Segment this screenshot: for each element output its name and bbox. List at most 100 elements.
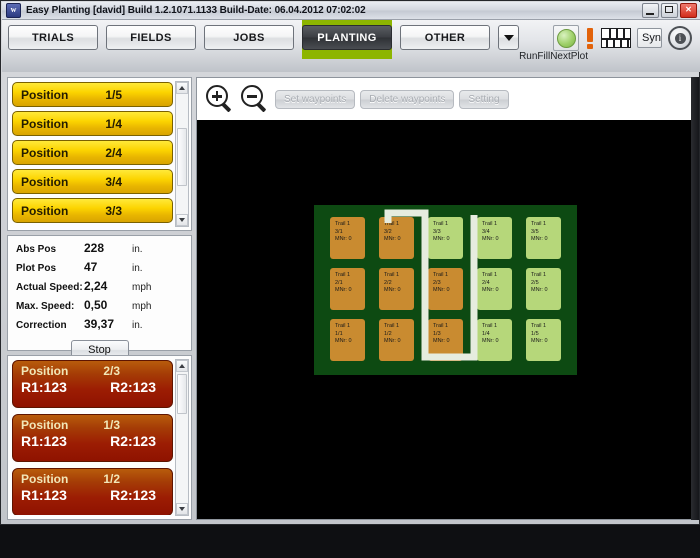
r2-value: R2:123 [110, 487, 156, 503]
plot-mnr: MNr: 0 [482, 236, 499, 242]
info-unit: mph [132, 301, 152, 312]
main-toolbar: TRIALS FIELDS JOBS PLANTING OTHER RunFil… [2, 20, 700, 72]
info-value: 47 [84, 260, 98, 274]
plot-position: 3/4 [482, 228, 490, 235]
plot-cell[interactable]: Trail 1 2/2 MNr: 0 [379, 268, 414, 310]
position-label: Position [21, 472, 69, 486]
scroll-up-icon[interactable] [176, 360, 188, 372]
position-label: Position [21, 203, 69, 218]
left-sidebar: Position 1/5 Position 1/4 Position 2/4 P… [7, 77, 192, 520]
tab-other[interactable]: OTHER [400, 25, 490, 50]
plot-cell[interactable]: Trail 1 1/5 MNr: 0 [526, 319, 561, 361]
status-led-icon[interactable] [553, 25, 579, 51]
plot-cell[interactable]: Trail 1 1/4 MNr: 0 [477, 319, 512, 361]
completed-positions-panel: Position 2/3 R1:123 R2:123 Position 1/3 … [7, 355, 192, 520]
plot-position: 1/5 [531, 330, 539, 337]
map-toolbar: Set waypoints Delete waypoints Setting [197, 78, 693, 120]
plot-cell[interactable]: Trail 1 3/3 MNr: 0 [428, 217, 463, 259]
tab-bar: TRIALS FIELDS JOBS PLANTING OTHER [8, 20, 519, 59]
plot-cell[interactable]: Trail 1 3/2 MNr: 0 [379, 217, 414, 259]
maximize-button[interactable] [661, 3, 678, 18]
plot-trial: Trail 1 [482, 323, 498, 329]
plot-position: 1/4 [482, 330, 490, 337]
completed-positions-list: Position 2/3 R1:123 R2:123 Position 1/3 … [12, 360, 173, 515]
plot-trial: Trail 1 [433, 323, 449, 329]
scroll-down-icon[interactable] [176, 503, 188, 515]
info-unit: in. [132, 320, 143, 331]
plot-position: 1/2 [384, 330, 392, 337]
info-value: 0,50 [84, 298, 108, 312]
r2-value: R2:123 [110, 433, 156, 449]
tab-jobs[interactable]: JOBS [204, 25, 294, 50]
info-key: Correction [16, 320, 67, 331]
plot-cell[interactable]: Trail 1 1/2 MNr: 0 [379, 319, 414, 361]
close-button[interactable]: ✕ [680, 3, 697, 18]
plot-cell[interactable]: Trail 1 2/1 MNr: 0 [330, 268, 365, 310]
upcoming-positions-scrollbar[interactable] [175, 81, 189, 227]
list-item[interactable]: Position 1/3 R1:123 R2:123 [12, 414, 173, 462]
scrollbar-thumb[interactable] [177, 128, 187, 186]
list-item[interactable]: Position 2/3 R1:123 R2:123 [12, 360, 173, 408]
grid-table-icon[interactable] [601, 28, 631, 48]
plot-grid: Trail 1 3/1 MNr: 0 Trail 1 3/2 MNr: 0 Tr… [330, 217, 561, 361]
position-detail-row: R1:123 R2:123 [21, 379, 164, 395]
plot-cell[interactable]: Trail 1 3/4 MNr: 0 [477, 217, 512, 259]
plot-cell[interactable]: Trail 1 3/1 MNr: 0 [330, 217, 365, 259]
plot-cell[interactable]: Trail 1 1/3 MNr: 0 [428, 319, 463, 361]
list-item[interactable]: Position 3/3 [12, 198, 173, 223]
plot-mnr: MNr: 0 [482, 287, 499, 293]
plot-cell[interactable]: Trail 1 2/5 MNr: 0 [526, 268, 561, 310]
tab-wrap-trials: TRIALS [8, 25, 106, 50]
position-label: Position [21, 418, 69, 432]
position-value: 1/2 [103, 472, 120, 486]
completed-positions-scrollbar[interactable] [175, 359, 189, 516]
scrollbar-thumb[interactable] [177, 374, 187, 414]
plot-cell[interactable]: Trail 1 3/5 MNr: 0 [526, 217, 561, 259]
tab-overflow-button[interactable] [498, 25, 519, 50]
list-item[interactable]: Position 1/4 [12, 111, 173, 136]
position-value: 1/5 [105, 87, 122, 102]
setting-button[interactable]: Setting [459, 89, 509, 109]
plot-trial: Trail 1 [433, 272, 449, 278]
plot-position: 3/2 [384, 228, 392, 235]
plot-cell[interactable]: Trail 1 2/4 MNr: 0 [477, 268, 512, 310]
tab-fields[interactable]: FIELDS [106, 25, 196, 50]
plot-mnr: MNr: 0 [335, 287, 352, 293]
position-value: 1/4 [105, 116, 122, 131]
map-canvas[interactable]: Trail 1 3/1 MNr: 0 Trail 1 3/2 MNr: 0 Tr… [197, 120, 693, 519]
magnifier-plus-icon[interactable] [205, 84, 235, 114]
sync-button[interactable]: Sync [637, 28, 662, 48]
list-item[interactable]: Position 1/5 [12, 82, 173, 107]
info-glyph: i [674, 32, 686, 44]
info-unit: in. [132, 244, 143, 255]
plot-cell[interactable]: Trail 1 1/1 MNr: 0 [330, 319, 365, 361]
position-label: Position [21, 145, 69, 160]
magnifier-minus-icon[interactable] [240, 84, 270, 114]
plot-trial: Trail 1 [384, 221, 400, 227]
toolbar-icon-group: Sync i [553, 25, 692, 51]
list-item[interactable]: Position 1/2 R1:123 R2:123 [12, 468, 173, 515]
info-unit: mph [132, 282, 152, 293]
list-item[interactable]: Position 2/4 [12, 140, 173, 165]
delete-waypoints-button[interactable]: Delete waypoints [360, 89, 455, 109]
plot-trial: Trail 1 [531, 221, 547, 227]
tab-trials[interactable]: TRIALS [8, 25, 98, 50]
plot-mnr: MNr: 0 [335, 338, 352, 344]
plot-cell[interactable]: Trail 1 2/3 MNr: 0 [428, 268, 463, 310]
scroll-down-icon[interactable] [176, 214, 188, 226]
position-header-row: Position 2/3 [21, 364, 164, 378]
tab-wrap-other: OTHER [400, 25, 498, 50]
warning-exclamation-icon[interactable] [585, 25, 595, 51]
plot-mnr: MNr: 0 [531, 287, 548, 293]
set-waypoints-button[interactable]: Set waypoints [275, 89, 356, 109]
position-detail-row: R1:123 R2:123 [21, 487, 164, 503]
scroll-up-icon[interactable] [176, 82, 188, 94]
tab-planting[interactable]: PLANTING [302, 25, 392, 50]
info-icon[interactable]: i [668, 26, 692, 50]
plot-position: 2/1 [335, 279, 343, 286]
list-item[interactable]: Position 3/4 [12, 169, 173, 194]
plot-mnr: MNr: 0 [335, 236, 352, 242]
plot-mnr: MNr: 0 [482, 338, 499, 344]
info-row: Max. Speed: 0,50 mph [8, 298, 191, 317]
minimize-button[interactable] [642, 3, 659, 18]
